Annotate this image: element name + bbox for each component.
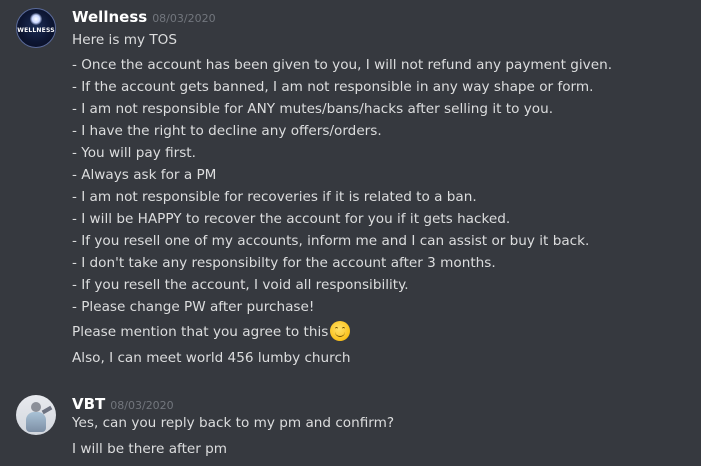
followup-message: Please mention that you agree to this (72, 321, 351, 343)
timestamp: 08/03/2020 (152, 12, 216, 25)
slightly-smiling-face-icon (330, 321, 351, 341)
message-line: - I will be HAPPY to recover the account… (72, 211, 511, 227)
message-line: - If the account gets banned, I am not r… (72, 79, 594, 95)
username[interactable]: VBT (72, 395, 105, 413)
avatar[interactable] (16, 395, 56, 435)
followup-message: Also, I can meet world 456 lumby church (72, 350, 351, 366)
username[interactable]: Wellness (72, 8, 147, 26)
message-line: - You will pay first. (72, 145, 196, 161)
message-line: - Please change PW after purchase! (72, 299, 315, 315)
avatar-figure-arm (41, 405, 53, 415)
chat-messages: WELLNESS Wellness 08/03/2020 Here is my T… (0, 0, 701, 466)
message-group-wellness: WELLNESS Wellness 08/03/2020 Here is my T… (0, 0, 701, 374)
avatar-figure-body (26, 412, 46, 432)
message-line: - If you resell the account, I void all … (72, 277, 409, 293)
message-line: - I am not responsible for ANY mutes/ban… (72, 101, 554, 117)
logo-glow-icon (30, 13, 42, 25)
message-line: Here is my TOS (72, 32, 177, 48)
message-group-vbt: VBT 08/03/2020 Yes, can you reply back to… (0, 387, 701, 466)
message-line: - If you resell one of my accounts, info… (72, 233, 590, 249)
message-line: - I don't take any responsibilty for the… (72, 255, 496, 271)
followup-message: I will be there after pm (72, 441, 228, 457)
message-line: - I am not responsible for recoveries if… (72, 189, 477, 205)
message-line: - Always ask for a PM (72, 167, 217, 183)
message-line: - Once the account has been given to you… (72, 57, 613, 73)
message-text: Please mention that you agree to this (72, 324, 329, 340)
message-header: Wellness 08/03/2020 (72, 6, 216, 28)
avatar[interactable]: WELLNESS (16, 8, 56, 48)
avatar-logo-text: WELLNESS (17, 27, 55, 34)
avatar-figure-icon (31, 402, 41, 412)
timestamp: 08/03/2020 (110, 399, 174, 412)
message-line: - I have the right to decline any offers… (72, 123, 382, 139)
message-line: Yes, can you reply back to my pm and con… (72, 415, 395, 431)
